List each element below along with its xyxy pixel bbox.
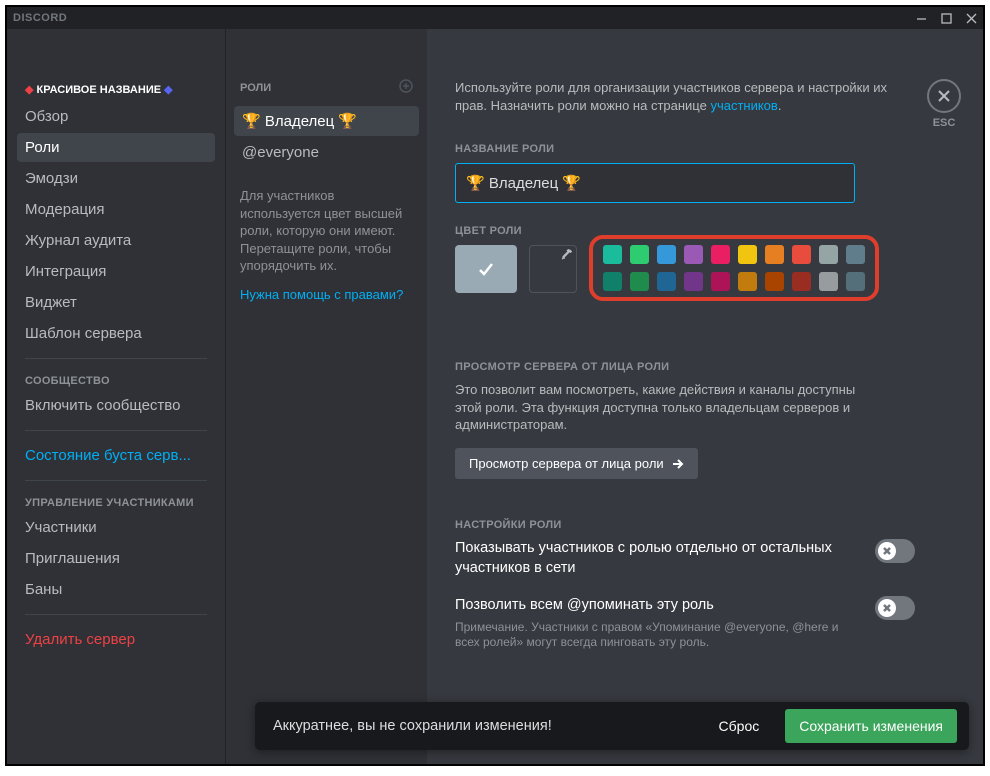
roles-list-column: РОЛИ 🏆 Владелец 🏆 @everyone Для участник… [225, 29, 427, 764]
setting-allow-mention-title: Позволить всем @упоминать эту роль [455, 596, 855, 616]
color-swatch[interactable] [819, 272, 838, 291]
sidebar-item-members[interactable]: Участники [17, 513, 215, 542]
intro-text: Используйте роли для организации участни… [455, 79, 915, 115]
sidebar-item-delete-server[interactable]: Удалить сервер [17, 625, 215, 654]
roles-help-link[interactable]: Нужна помощь с правами? [234, 287, 419, 302]
sidebar-item-integration[interactable]: Интеграция [17, 257, 215, 286]
roles-list-header: РОЛИ [240, 82, 271, 94]
custom-color-button[interactable] [529, 245, 577, 293]
sidebar-item-invites[interactable]: Приглашения [17, 544, 215, 573]
settings-sidebar: ◆ КРАСИВОЕ НАЗВАНИЕ ◆ Обзор Роли Эмодзи … [7, 29, 225, 764]
x-icon [882, 546, 892, 556]
view-as-role-button[interactable]: Просмотр сервера от лица роли [455, 448, 698, 479]
sidebar-item-boost-status[interactable]: Состояние буста серв... [17, 441, 215, 470]
sidebar-item-bans[interactable]: Баны [17, 575, 215, 604]
sidebar-header-community: СООБЩЕСТВО [17, 369, 215, 389]
close-icon [937, 89, 951, 103]
color-swatch[interactable] [792, 245, 811, 264]
sidebar-item-enable-community[interactable]: Включить сообщество [17, 391, 215, 420]
save-button[interactable]: Сохранить изменения [785, 709, 957, 743]
color-swatch[interactable] [684, 245, 703, 264]
setting-display-separately-toggle[interactable] [875, 539, 915, 563]
color-swatch[interactable] [846, 272, 865, 291]
color-swatch[interactable] [630, 272, 649, 291]
app-name: DISCORD [13, 12, 67, 24]
color-swatch[interactable] [603, 272, 622, 291]
color-swatch[interactable] [819, 245, 838, 264]
sidebar-header-members: УПРАВЛЕНИЕ УЧАСТНИКАМИ [17, 491, 215, 511]
role-name-label: НАЗВАНИЕ РОЛИ [455, 143, 943, 155]
check-icon [476, 259, 496, 279]
sidebar-item-auditlog[interactable]: Журнал аудита [17, 226, 215, 255]
setting-display-separately-title: Показывать участников с ролью отдельно о… [455, 539, 855, 578]
reset-button[interactable]: Сброс [707, 710, 772, 742]
eyedropper-icon [560, 249, 573, 262]
view-as-role-desc: Это позволит вам посмотреть, какие дейст… [455, 381, 885, 434]
unsaved-message: Аккуратнее, вы не сохранили изменения! [273, 718, 693, 734]
color-swatch[interactable] [846, 245, 865, 264]
role-settings-header: НАСТРОЙКИ РОЛИ [455, 519, 915, 531]
role-settings-main: ESC Используйте роли для организации уча… [427, 29, 983, 764]
role-name-value: 🏆 Владелец 🏆 [466, 174, 581, 192]
sidebar-item-widget[interactable]: Виджет [17, 288, 215, 317]
unsaved-changes-bar: Аккуратнее, вы не сохранили изменения! С… [255, 702, 969, 750]
titlebar: DISCORD [7, 7, 983, 29]
color-swatch[interactable] [765, 272, 784, 291]
setting-allow-mention-toggle[interactable] [875, 596, 915, 620]
color-swatch[interactable] [657, 272, 676, 291]
color-swatch[interactable] [765, 245, 784, 264]
close-settings-button[interactable]: ESC [927, 79, 961, 129]
color-swatch[interactable] [711, 245, 730, 264]
default-color-swatch[interactable] [455, 245, 517, 293]
color-swatch[interactable] [792, 272, 811, 291]
x-icon [882, 603, 892, 613]
color-swatch[interactable] [684, 272, 703, 291]
color-swatch[interactable] [738, 245, 757, 264]
color-swatch[interactable] [603, 245, 622, 264]
minimize-icon[interactable] [916, 13, 927, 24]
sidebar-item-moderation[interactable]: Модерация [17, 195, 215, 224]
role-item-everyone[interactable]: @everyone [234, 138, 419, 167]
role-name-input[interactable]: 🏆 Владелец 🏆 [455, 163, 855, 203]
color-swatch[interactable] [738, 272, 757, 291]
arrow-right-icon [672, 458, 684, 470]
roles-hint-text: Для участников используется цвет высшей … [234, 169, 419, 287]
setting-allow-mention-note: Примечание. Участники с правом «Упоминан… [455, 620, 855, 651]
close-icon[interactable] [966, 13, 977, 24]
role-item-owner[interactable]: 🏆 Владелец 🏆 [234, 106, 419, 136]
sidebar-item-emoji[interactable]: Эмодзи [17, 164, 215, 193]
sidebar-item-roles[interactable]: Роли [17, 133, 215, 162]
sidebar-item-overview[interactable]: Обзор [17, 102, 215, 131]
color-swatches-highlight [589, 235, 879, 301]
esc-label: ESC [927, 117, 961, 129]
color-swatch[interactable] [657, 245, 676, 264]
members-link[interactable]: участников [710, 98, 777, 113]
server-name-header: ◆ КРАСИВОЕ НАЗВАНИЕ ◆ [17, 79, 215, 100]
color-swatch[interactable] [711, 272, 730, 291]
view-as-role-header: ПРОСМОТР СЕРВЕРА ОТ ЛИЦА РОЛИ [455, 361, 885, 373]
sidebar-item-template[interactable]: Шаблон сервера [17, 319, 215, 348]
add-role-button[interactable] [399, 79, 413, 96]
color-swatch[interactable] [630, 245, 649, 264]
maximize-icon[interactable] [941, 13, 952, 24]
